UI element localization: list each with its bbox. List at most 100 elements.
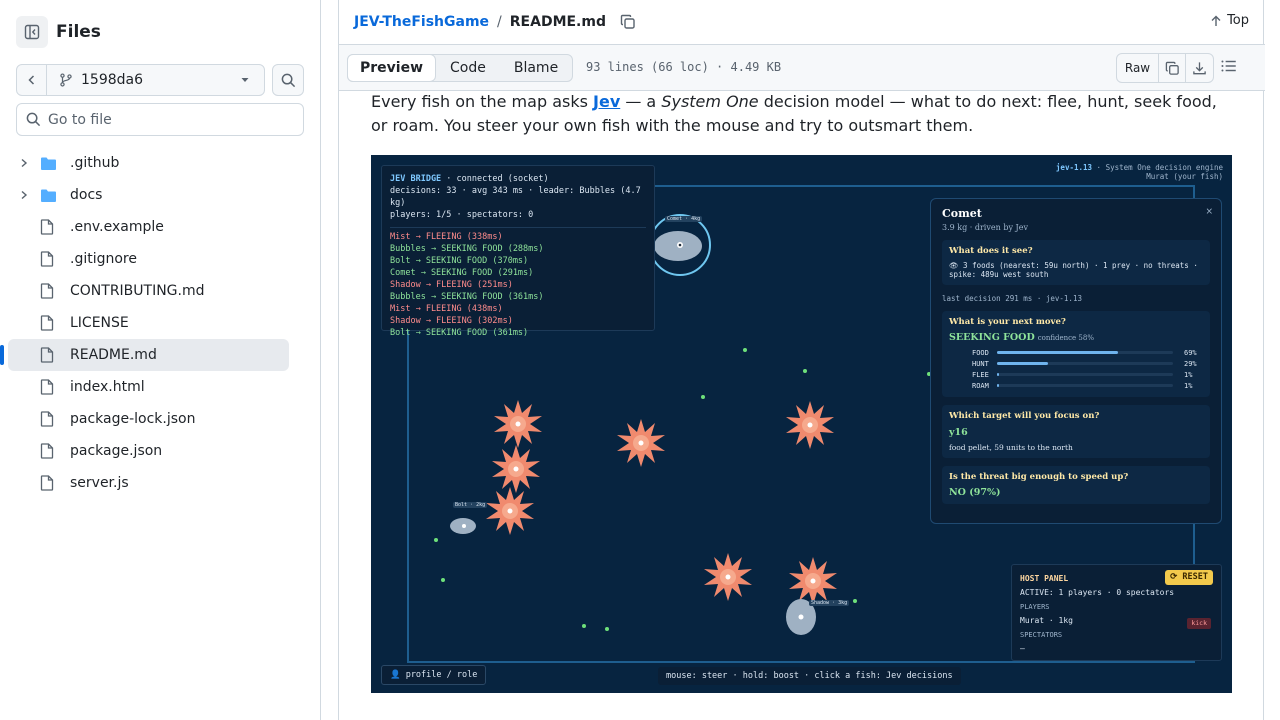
decision-bar-fill [997, 384, 999, 387]
tab-blame[interactable]: Blame [500, 55, 572, 81]
inspector-subtitle: 3.9 kg · driven by Jev [942, 223, 1028, 232]
decision-log-entry: Mist → FLEEING (338ms) [390, 232, 503, 242]
food-pellet [434, 538, 438, 542]
file-tree-label: LICENSE [70, 315, 129, 331]
chevron-right-icon[interactable] [16, 190, 32, 200]
search-icon [281, 73, 295, 87]
file-icon [40, 283, 58, 299]
search-icon [26, 112, 41, 127]
food-pellet [605, 627, 609, 631]
decision-bar-row: FOOD 69% [949, 347, 1203, 358]
bridge-stats: decisions: 33 · avg 343 ms · leader: Bub… [390, 186, 641, 208]
outline-button[interactable] [1220, 57, 1238, 79]
file-tree-item[interactable]: package-lock.json [8, 403, 289, 435]
raw-button[interactable]: Raw [1117, 54, 1159, 82]
file-tree-item[interactable]: docs [8, 179, 289, 211]
decision-bar-label: FLEE [972, 370, 989, 379]
close-icon[interactable]: × [1205, 207, 1213, 217]
top-link[interactable]: Top [1210, 13, 1249, 28]
fish-inspector-panel: Comet 3.9 kg · driven by Jev × What does… [930, 198, 1222, 524]
readme-paragraph: Every fish on the map asks Jev — a Syste… [371, 90, 1233, 138]
branch-selector[interactable]: 1598da6 [16, 64, 265, 96]
jev-link[interactable]: Jev [593, 92, 620, 111]
food-pellet [441, 578, 445, 582]
file-icon [40, 315, 58, 331]
download-button[interactable] [1186, 54, 1213, 82]
back-button[interactable] [17, 65, 47, 95]
file-tree-item[interactable]: index.html [8, 371, 289, 403]
file-tree-item[interactable]: LICENSE [8, 307, 289, 339]
decision-log-entry: Shadow → FLEEING (251ms) [390, 280, 513, 290]
decision-bar-label: FOOD [972, 348, 989, 357]
go-to-file-input[interactable] [48, 111, 288, 128]
decision-bar-label: ROAM [972, 381, 989, 390]
file-icon [40, 347, 58, 363]
current-file-name: README.md [509, 14, 606, 30]
threat-answer: NO (97%) [949, 487, 1001, 498]
top-link-label: Top [1227, 13, 1249, 28]
controls-hint: mouse: steer · hold: boost · click a fis… [658, 667, 961, 685]
decision-log-entry: Mist → FLEEING (438ms) [390, 304, 503, 314]
file-tree-item[interactable]: server.js [8, 467, 289, 499]
spike-hazard [492, 445, 540, 493]
file-tree-item[interactable]: .gitignore [8, 243, 289, 275]
caret-down-icon [241, 78, 249, 82]
decision-log-entry: Bubbles → SEEKING FOOD (288ms) [390, 244, 544, 254]
inspector-fish-name: Comet [942, 207, 982, 220]
tab-code[interactable]: Code [436, 55, 500, 81]
tab-preview[interactable]: Preview [347, 54, 437, 82]
food-pellet [701, 395, 705, 399]
decision-label: SEEKING FOOD [949, 332, 1035, 343]
spike-hazard [494, 400, 542, 448]
file-tree-item[interactable]: .github [8, 147, 289, 179]
list-unordered-icon [1221, 60, 1236, 72]
decision-bar-percent: 29% [1184, 359, 1197, 368]
go-to-file-field[interactable] [16, 103, 304, 136]
reset-button[interactable]: ⟳ RESET [1165, 570, 1213, 585]
decision-log-entry: Bubbles → SEEKING FOOD (361ms) [390, 292, 544, 302]
file-tree-item[interactable]: .env.example [8, 211, 289, 243]
spike-hazard [786, 401, 834, 449]
copy-path-button[interactable] [620, 14, 636, 30]
file-tree-item[interactable]: README.md [0, 339, 289, 371]
question-see: What does it see? [949, 246, 1033, 256]
decision-bars: FOOD 69% HUNT 29% FLEE 1% ROAM 1% [949, 347, 1203, 391]
fish-tag: Comet · 4kg [665, 216, 703, 222]
view-mode-tabs: Preview Code Blame [347, 54, 574, 82]
file-icon [40, 219, 58, 235]
file-tree-label: index.html [70, 379, 145, 395]
question-move: What is your next move? [949, 317, 1066, 327]
collapse-sidebar-button[interactable] [16, 16, 48, 48]
folder-icon [40, 156, 58, 171]
spike-hazard [617, 419, 665, 467]
readme-text: — a [620, 92, 662, 111]
repo-link[interactable]: JEV-TheFishGame [354, 14, 489, 30]
file-tree-label: .gitignore [70, 251, 137, 267]
download-icon [1193, 61, 1206, 74]
file-tree-label: docs [70, 187, 103, 203]
spike-hazard [486, 487, 534, 535]
file-tree: .github docs .env.example .gitignore CONTRIB… [0, 147, 289, 499]
file-sidebar: Files 1598da6 .githubdocs.env.example.gi… [0, 0, 321, 720]
breadcrumb-separator: / [497, 14, 502, 30]
file-toolbar: Preview Code Blame 93 lines (66 loc) · 4… [339, 45, 1265, 91]
decision-bar-track [997, 384, 1173, 387]
file-tree-item[interactable]: CONTRIBUTING.md [8, 275, 289, 307]
kick-button[interactable]: kick [1187, 618, 1211, 629]
breadcrumb: JEV-TheFishGame / README.md Top [339, 0, 1265, 45]
chevron-right-icon[interactable] [16, 158, 32, 168]
sidebar-collapse-icon [24, 24, 40, 40]
search-button[interactable] [272, 64, 304, 96]
copy-icon [620, 14, 635, 29]
folder-icon [40, 188, 58, 203]
decision-bar-fill [997, 373, 999, 376]
file-actions: Raw [1116, 53, 1214, 83]
profile-role-button[interactable]: 👤 profile / role [381, 665, 487, 685]
file-tree-label: CONTRIBUTING.md [70, 283, 205, 299]
sidebar-title: Files [56, 22, 101, 42]
file-icon [40, 475, 58, 491]
file-tree-item[interactable]: package.json [8, 435, 289, 467]
decision-log-entry: Shadow → FLEEING (302ms) [390, 316, 513, 326]
copy-raw-button[interactable] [1159, 54, 1186, 82]
sidebar-header: Files [16, 16, 101, 48]
